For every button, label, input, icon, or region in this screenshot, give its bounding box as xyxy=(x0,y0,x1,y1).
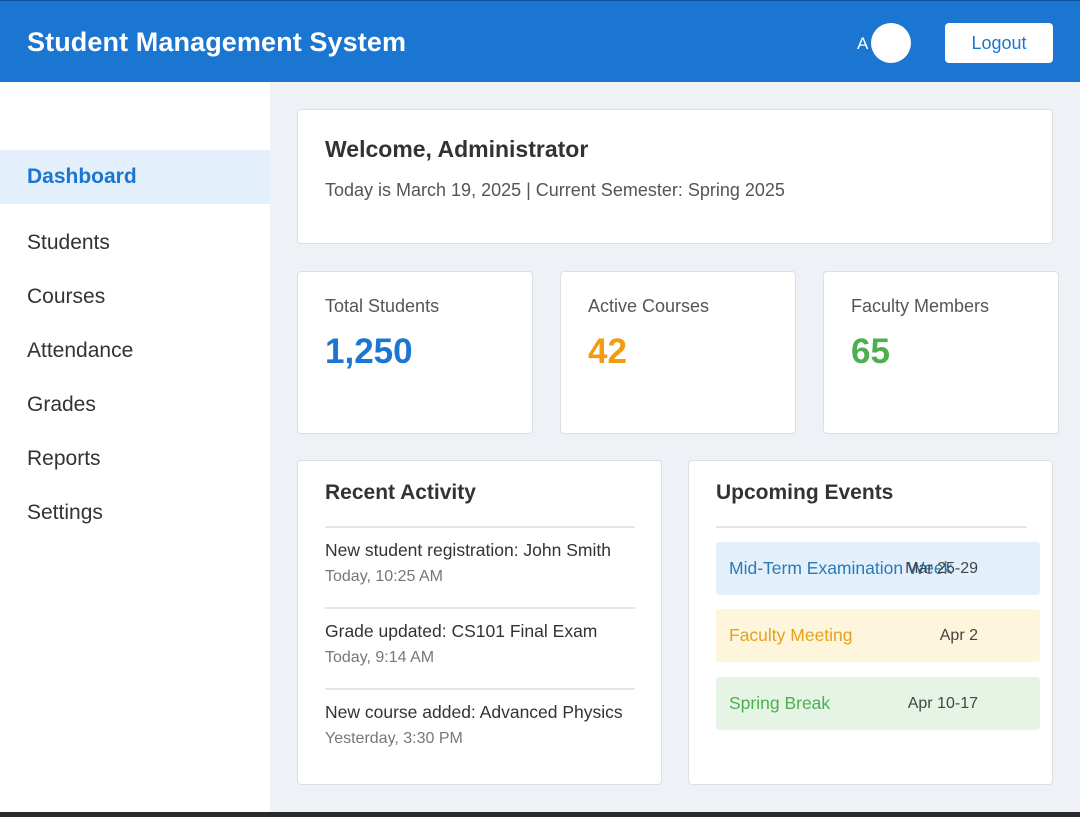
recent-activity-panel: Recent Activity New student registration… xyxy=(297,460,662,785)
activity-text: New course added: Advanced Physics xyxy=(325,702,623,722)
activity-time: Yesterday, 3:30 PM xyxy=(325,730,463,747)
activity-text: Grade updated: CS101 Final Exam xyxy=(325,621,598,641)
avatar-initial: A xyxy=(857,34,869,53)
sidebar: Dashboard Students Courses Attendance Gr… xyxy=(0,82,270,812)
welcome-subtitle: Today is March 19, 2025 | Current Semest… xyxy=(325,180,785,200)
activity-time: Today, 9:14 AM xyxy=(325,649,435,666)
panel-title: Recent Activity xyxy=(325,481,476,504)
stat-card-faculty-members: Faculty Members 65 xyxy=(823,271,1059,434)
event-item[interactable]: Spring Break Apr 10-17 xyxy=(716,677,1040,730)
panel-divider xyxy=(716,526,1027,528)
upcoming-events-panel: Upcoming Events Mid-Term Examination Wee… xyxy=(688,460,1053,785)
stat-label: Faculty Members xyxy=(851,296,990,316)
sidebar-item-courses[interactable]: Courses xyxy=(0,270,270,324)
sidebar-item-students[interactable]: Students xyxy=(0,216,270,270)
event-item[interactable]: Faculty Meeting Apr 2 xyxy=(716,609,1040,662)
stat-value: 42 xyxy=(588,332,627,371)
sidebar-item-attendance[interactable]: Attendance xyxy=(0,324,270,378)
stat-card-active-courses: Active Courses 42 xyxy=(560,271,796,434)
event-date: Apr 2 xyxy=(939,627,978,644)
stat-card-total-students: Total Students 1,250 xyxy=(297,271,533,434)
stat-value: 65 xyxy=(851,332,890,371)
top-header: Student Management System A Logout xyxy=(0,0,1080,82)
app-title: Student Management System xyxy=(27,27,407,57)
sidebar-item-grades[interactable]: Grades xyxy=(0,378,270,432)
activity-text: New student registration: John Smith xyxy=(325,540,611,560)
app-root: Student Management System A Logout Dashb… xyxy=(0,0,1080,812)
event-date: Apr 10-17 xyxy=(907,695,978,712)
sidebar-item-settings[interactable]: Settings xyxy=(0,486,270,540)
sidebar-item-reports[interactable]: Reports xyxy=(0,432,270,486)
activity-item: Grade updated: CS101 Final Exam Today, 9… xyxy=(325,609,635,690)
activity-item: New course added: Advanced Physics Yeste… xyxy=(325,690,635,771)
stat-label: Total Students xyxy=(325,296,440,316)
welcome-card: Welcome, Administrator Today is March 19… xyxy=(297,109,1053,244)
logout-button[interactable]: Logout xyxy=(945,23,1053,63)
welcome-title: Welcome, Administrator xyxy=(325,136,589,162)
activity-item: New student registration: John Smith Tod… xyxy=(325,528,635,609)
stat-label: Active Courses xyxy=(588,296,710,316)
activity-time: Today, 10:25 AM xyxy=(325,568,443,585)
sidebar-item-dashboard[interactable]: Dashboard xyxy=(0,150,270,204)
event-item[interactable]: Mid-Term Examination Week Mar 25-29 xyxy=(716,542,1040,595)
avatar[interactable] xyxy=(871,23,911,63)
event-date: Mar 25-29 xyxy=(905,560,978,577)
panel-title: Upcoming Events xyxy=(716,481,894,504)
stat-value: 1,250 xyxy=(325,332,413,371)
